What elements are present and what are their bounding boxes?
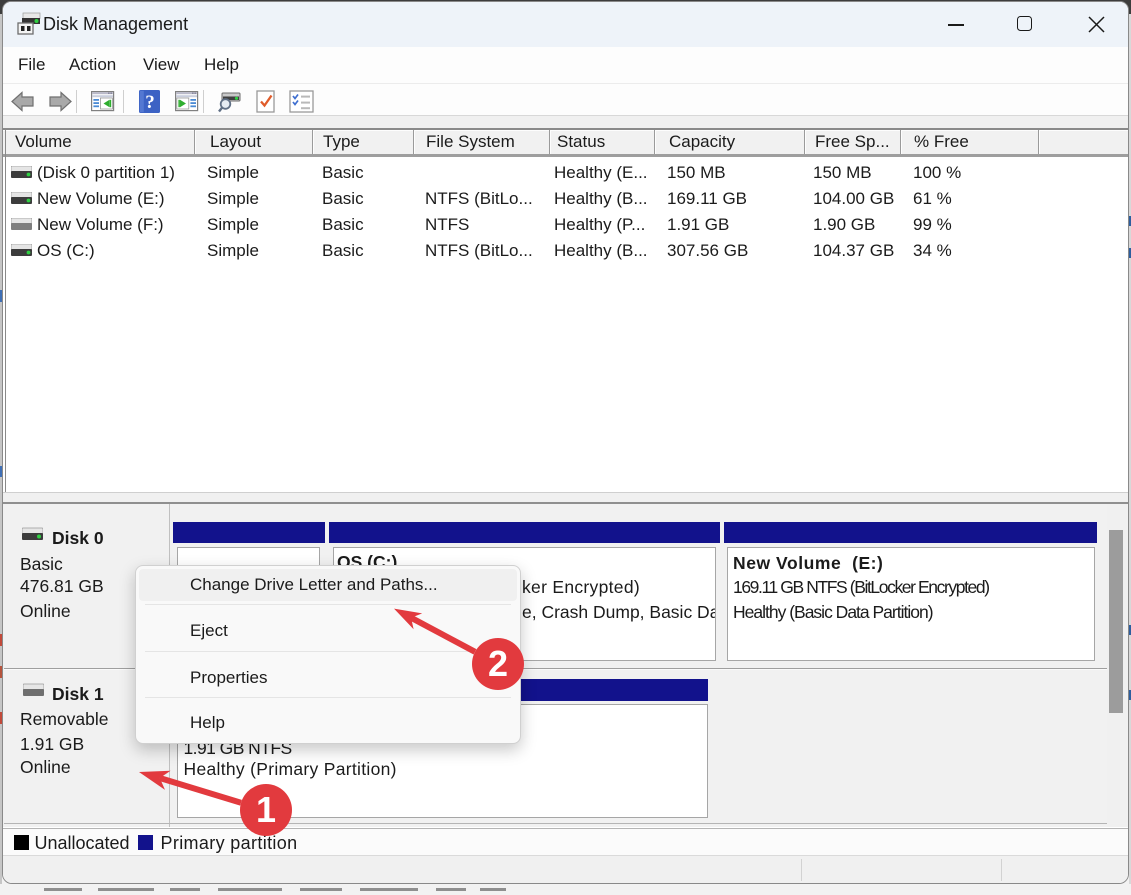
svg-text:1: 1 (256, 789, 276, 830)
svg-text:2: 2 (488, 643, 508, 684)
